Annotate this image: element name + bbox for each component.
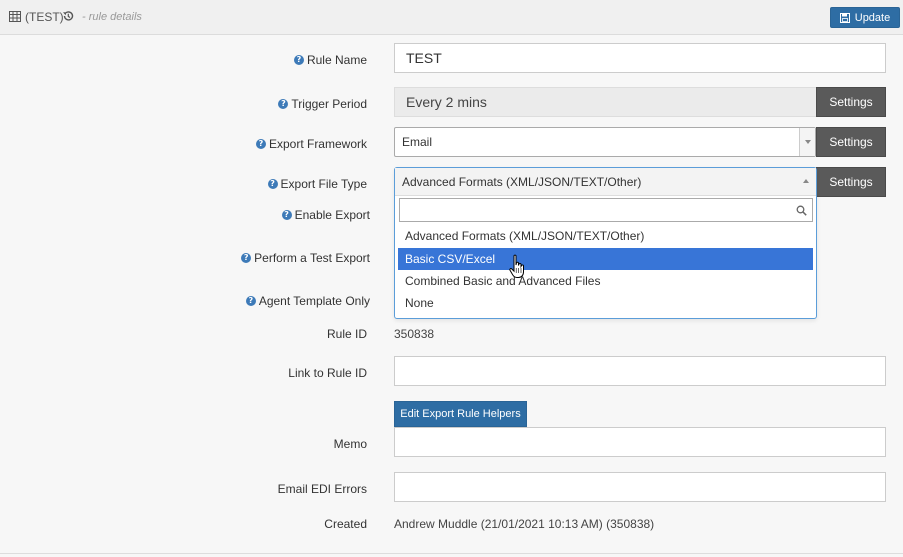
edit-export-rule-helpers-label: Edit Export Rule Helpers xyxy=(400,408,521,420)
rule-title: (TEST) xyxy=(25,10,64,24)
dropdown-option-label: Advanced Formats (XML/JSON/TEXT/Other) xyxy=(405,229,645,243)
question-circle-icon[interactable]: ? xyxy=(278,99,289,109)
export-framework-settings-button[interactable]: Settings xyxy=(816,127,886,157)
export-file-type-dropdown[interactable]: Advanced Formats (XML/JSON/TEXT/Other) A… xyxy=(394,167,817,319)
dropdown-option[interactable]: Advanced Formats (XML/JSON/TEXT/Other) xyxy=(398,225,813,247)
question-circle-icon[interactable]: ? xyxy=(267,179,278,189)
link-to-rule-id-input[interactable] xyxy=(394,356,886,386)
export-framework-label: ? Export Framework xyxy=(230,136,367,152)
memo-label-text: Memo xyxy=(333,437,367,451)
dropdown-option-highlighted[interactable]: Basic CSV/Excel xyxy=(398,248,813,270)
export-file-type-select[interactable]: Advanced Formats (XML/JSON/TEXT/Other) xyxy=(395,168,816,196)
export-file-type-value: Advanced Formats (XML/JSON/TEXT/Other) xyxy=(402,174,642,189)
trigger-period-settings-button[interactable]: Settings xyxy=(816,87,886,117)
export-file-type-label: ? Export File Type xyxy=(240,176,367,192)
history-icon[interactable] xyxy=(62,10,74,22)
rule-subtitle: - rule details xyxy=(82,11,142,23)
export-framework-label-text: Export Framework xyxy=(268,137,367,151)
email-edi-errors-label-text: Email EDI Errors xyxy=(277,482,367,496)
chevron-down-icon[interactable] xyxy=(799,128,815,156)
rule-id-label: Rule ID xyxy=(260,326,367,342)
trigger-period-label-text: Trigger Period xyxy=(291,97,367,111)
export-file-type-settings-label: Settings xyxy=(829,175,873,189)
question-circle-icon[interactable]: ? xyxy=(281,210,292,220)
perform-test-export-label-text: Perform a Test Export xyxy=(254,251,370,265)
created-value: Andrew Muddle (21/01/2021 10:13 AM) (350… xyxy=(394,517,655,531)
dropdown-option[interactable]: None xyxy=(398,292,813,314)
enable-export-label-text: Enable Export xyxy=(294,208,370,222)
question-circle-icon[interactable]: ? xyxy=(255,139,266,149)
memo-input[interactable] xyxy=(394,427,886,457)
memo-label: Memo xyxy=(260,436,367,452)
question-circle-icon[interactable]: ? xyxy=(241,253,252,263)
rule-name-value: TEST xyxy=(406,50,442,66)
export-framework-select[interactable]: Email xyxy=(394,127,816,157)
created-label: Created xyxy=(260,516,367,532)
dropdown-option[interactable]: Combined Basic and Advanced Files xyxy=(398,270,813,292)
question-circle-icon[interactable]: ? xyxy=(293,55,304,65)
dropdown-search-input[interactable] xyxy=(399,198,813,222)
email-edi-errors-label: Email EDI Errors xyxy=(250,481,367,497)
rule-header: (TEST) - rule details Update xyxy=(0,0,903,35)
dropdown-option-label: None xyxy=(405,296,434,310)
export-file-type-label-text: Export File Type xyxy=(280,177,367,191)
question-circle-icon[interactable]: ? xyxy=(245,296,256,306)
rule-name-label: ? Rule Name xyxy=(260,52,367,68)
update-button[interactable]: Update xyxy=(830,7,900,28)
trigger-period-settings-label: Settings xyxy=(829,95,873,109)
table-icon xyxy=(9,11,21,22)
export-framework-settings-label: Settings xyxy=(829,135,873,149)
search-icon xyxy=(796,205,807,216)
update-button-label: Update xyxy=(854,11,891,24)
trigger-period-label: ? Trigger Period xyxy=(250,96,367,112)
agent-template-only-label: ? Agent Template Only xyxy=(230,293,370,309)
hand-pointer-cursor-icon xyxy=(509,254,524,278)
dropdown-option-label: Basic CSV/Excel xyxy=(405,252,496,266)
link-to-rule-id-label-text: Link to Rule ID xyxy=(288,366,367,380)
agent-template-only-label-text: Agent Template Only xyxy=(258,294,370,308)
rule-name-label-text: Rule Name xyxy=(306,53,367,67)
trigger-period-value: Every 2 mins xyxy=(406,94,487,110)
rule-id-value: 350838 xyxy=(394,327,435,341)
created-label-text: Created xyxy=(324,517,367,531)
floppy-disk-icon xyxy=(839,12,850,23)
edit-export-rule-helpers-button[interactable]: Edit Export Rule Helpers xyxy=(394,401,527,427)
dropdown-option-label: Combined Basic and Advanced Files xyxy=(405,274,601,288)
export-framework-value: Email xyxy=(402,135,433,149)
export-file-type-settings-button[interactable]: Settings xyxy=(816,167,886,197)
chevron-up-icon[interactable] xyxy=(803,179,809,183)
email-edi-errors-input[interactable] xyxy=(394,472,886,502)
rule-id-label-text: Rule ID xyxy=(326,327,367,341)
perform-test-export-label: ? Perform a Test Export xyxy=(230,250,370,266)
trigger-period-field: Every 2 mins xyxy=(394,87,817,117)
link-to-rule-id-label: Link to Rule ID xyxy=(250,365,367,381)
footer-divider xyxy=(0,553,903,554)
enable-export-label: ? Enable Export xyxy=(260,207,370,223)
rule-name-input[interactable]: TEST xyxy=(394,43,886,73)
